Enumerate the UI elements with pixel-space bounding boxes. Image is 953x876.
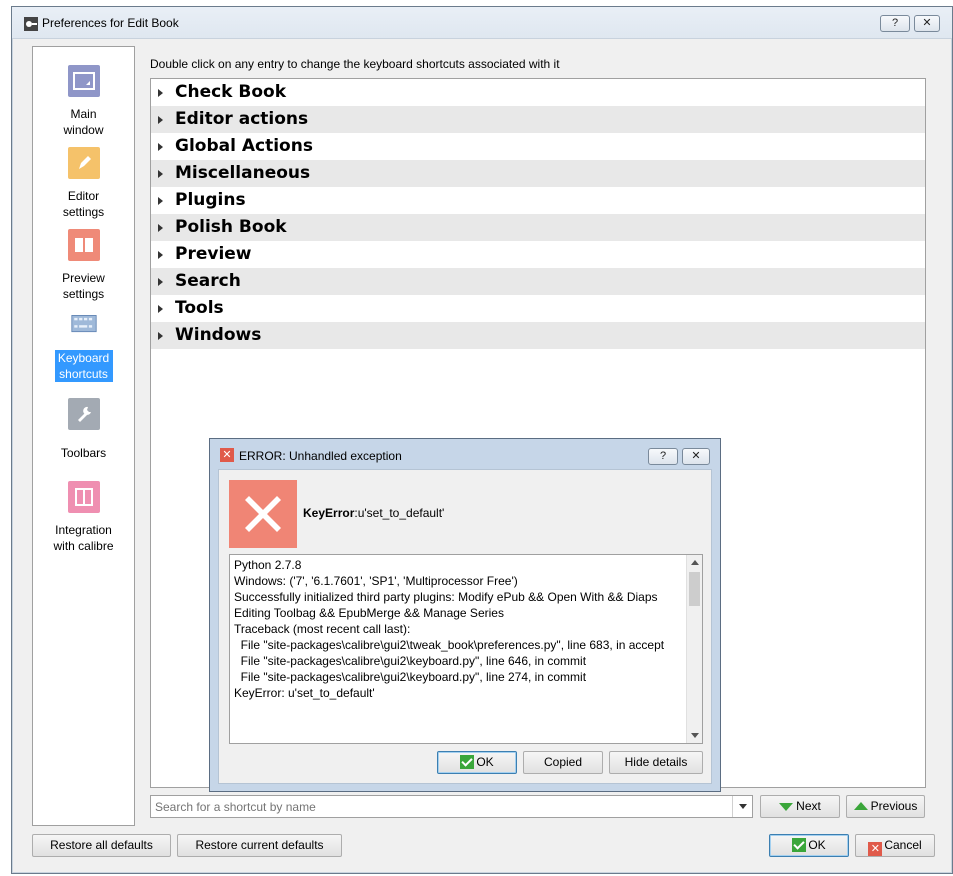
sidebar-item-preview-settings[interactable]: Preview settings xyxy=(33,229,134,302)
cancel-x-icon: ✕ xyxy=(868,842,883,856)
check-icon xyxy=(460,755,475,769)
expand-arrow-icon[interactable] xyxy=(158,251,163,259)
expand-arrow-icon[interactable] xyxy=(158,143,163,151)
check-icon xyxy=(792,838,807,852)
tree-item-windows[interactable]: Windows xyxy=(151,322,925,349)
error-close-button[interactable]: ✕ xyxy=(682,448,710,465)
expand-arrow-icon[interactable] xyxy=(158,116,163,124)
previous-button[interactable]: Previous xyxy=(846,795,925,818)
error-dialog-title: ERROR: Unhandled exception xyxy=(239,449,402,463)
expand-arrow-icon[interactable] xyxy=(158,278,163,286)
sidebar-item-label: Editor settings xyxy=(62,189,105,219)
expand-arrow-icon[interactable] xyxy=(158,224,163,232)
next-button[interactable]: Next xyxy=(760,795,840,818)
tree-item-polish-book[interactable]: Polish Book xyxy=(151,214,925,241)
tree-item-editor-actions[interactable]: Editor actions xyxy=(151,106,925,133)
tree-item-global-actions[interactable]: Global Actions xyxy=(151,133,925,160)
app-icon xyxy=(24,17,38,31)
cancel-button[interactable]: ✕ Cancel xyxy=(855,834,935,857)
scroll-up-icon[interactable] xyxy=(687,555,702,571)
sidebar-item-editor-settings[interactable]: Editor settings xyxy=(33,147,134,220)
expand-arrow-icon[interactable] xyxy=(158,197,163,205)
traceback-text: Python 2.7.8 Windows: ('7', '6.1.7601', … xyxy=(234,558,665,700)
chevron-down-icon[interactable] xyxy=(732,796,752,817)
title-bar: Preferences for Edit Book ? ✕ xyxy=(12,7,952,39)
hide-details-button[interactable]: Hide details xyxy=(609,751,703,774)
wrench-icon xyxy=(67,398,100,430)
main-window-icon xyxy=(67,65,100,97)
tree-item-tools[interactable]: Tools xyxy=(151,295,925,322)
error-title-bar: ✕ ERROR: Unhandled exception ? ✕ xyxy=(210,439,720,469)
expand-arrow-icon[interactable] xyxy=(158,305,163,313)
error-dialog: ✕ ERROR: Unhandled exception ? ✕ KeyErro… xyxy=(209,438,721,792)
sidebar-item-toolbars[interactable]: Toolbars xyxy=(33,398,134,461)
error-dialog-body: KeyError:u'set_to_default' Python 2.7.8 … xyxy=(218,469,712,784)
window-title: Preferences for Edit Book xyxy=(42,16,179,30)
restore-current-defaults-button[interactable]: Restore current defaults xyxy=(177,834,342,857)
sidebar-item-keyboard-shortcuts[interactable]: Keyboard shortcuts xyxy=(33,313,134,382)
big-error-icon xyxy=(229,480,297,548)
instructions-text: Double click on any entry to change the … xyxy=(150,57,560,71)
arrow-down-icon xyxy=(779,803,794,811)
arrow-up-icon xyxy=(853,802,868,810)
keyboard-icon xyxy=(70,315,97,333)
error-ok-button[interactable]: OK xyxy=(437,751,517,774)
error-icon: ✕ xyxy=(220,448,234,462)
close-button[interactable]: ✕ xyxy=(914,15,940,32)
tree-item-search[interactable]: Search xyxy=(151,268,925,295)
tree-item-plugins[interactable]: Plugins xyxy=(151,187,925,214)
sidebar-item-label: Preview settings xyxy=(62,271,105,301)
pencil-icon xyxy=(67,147,100,179)
sidebar-item-integration[interactable]: Integration with calibre xyxy=(33,481,134,554)
expand-arrow-icon[interactable] xyxy=(158,332,163,340)
ok-button[interactable]: OK xyxy=(769,834,849,857)
tree-item-miscellaneous[interactable]: Miscellaneous xyxy=(151,160,925,187)
shortcut-search-combo[interactable] xyxy=(150,795,753,818)
tree-item-preview[interactable]: Preview xyxy=(151,241,925,268)
tree-item-check-book[interactable]: Check Book xyxy=(151,79,925,106)
calibre-book-icon xyxy=(67,481,100,513)
sidebar-item-main-window[interactable]: Main window xyxy=(33,65,134,138)
copied-button[interactable]: Copied xyxy=(523,751,603,774)
preferences-sidebar: Main window Editor settings Preview sett… xyxy=(32,46,135,826)
error-details-textbox[interactable]: Python 2.7.8 Windows: ('7', '6.1.7601', … xyxy=(229,554,703,744)
sidebar-item-label: Integration with calibre xyxy=(53,523,114,553)
sidebar-item-label: Toolbars xyxy=(60,446,107,460)
sidebar-item-label: Main window xyxy=(63,107,104,137)
details-scrollbar[interactable] xyxy=(686,555,702,743)
error-type: KeyError xyxy=(303,506,355,520)
expand-arrow-icon[interactable] xyxy=(158,89,163,97)
scroll-down-icon[interactable] xyxy=(687,727,702,743)
error-detail: :u'set_to_default' xyxy=(354,506,445,520)
shortcut-search-input[interactable] xyxy=(151,796,726,817)
scroll-thumb[interactable] xyxy=(689,572,700,606)
sidebar-item-label: Keyboard shortcuts xyxy=(54,350,113,382)
expand-arrow-icon[interactable] xyxy=(158,170,163,178)
restore-all-defaults-button[interactable]: Restore all defaults xyxy=(32,834,171,857)
help-button[interactable]: ? xyxy=(880,15,910,32)
error-help-button[interactable]: ? xyxy=(648,448,678,465)
error-message: KeyError:u'set_to_default' xyxy=(303,506,444,520)
book-icon xyxy=(67,229,100,261)
